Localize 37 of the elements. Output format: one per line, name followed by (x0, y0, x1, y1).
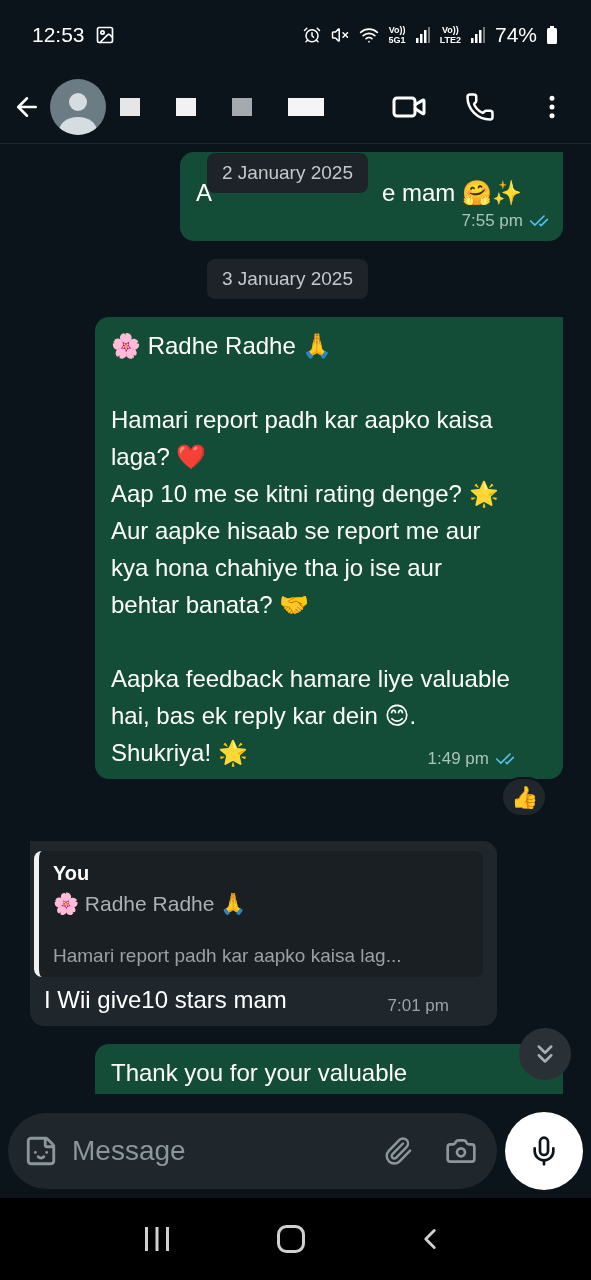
message-input[interactable]: Message (70, 1134, 371, 1168)
quoted-message[interactable]: You 🌸 Radhe Radhe 🙏 Hamari report padh kar aapko kaisa lag... (34, 851, 483, 977)
message-time: 7:55 pm (461, 211, 523, 231)
message-text: Aur aapke hisaab se report me aur kya hona chahiye tha jo ise aur behtar banata? 🤝 (111, 516, 482, 620)
battery-percent: 74% (494, 23, 537, 47)
sticker-icon[interactable] (24, 1134, 58, 1168)
message-text: Thank you for your valuable (111, 1058, 409, 1088)
message-text: Hamari report padh kar aapko kaisa laga? ❤ (111, 405, 494, 472)
message-text: Aapka feedback hamare liye valuable hai, bas ek reply kar dein 😊. (111, 664, 511, 731)
battery-icon (547, 26, 557, 44)
quote-text: 🌸 Radhe Radhe 🙏 (53, 891, 248, 917)
message-text: I Wii give10 stars mam (44, 985, 287, 1015)
clock-time: 12:53 (32, 23, 85, 47)
voice-call-button[interactable] (465, 91, 495, 122)
home-icon[interactable] (277, 1225, 306, 1253)
recent-apps-icon[interactable] (143, 1227, 170, 1251)
alarm-icon (302, 26, 321, 44)
message-text: Shukriya! 🌟 (111, 738, 248, 769)
image-icon (94, 25, 115, 45)
message-time: 1:49 pm (427, 749, 489, 769)
sim-label: Vo)) 5G1 (388, 25, 406, 45)
quote-author: You (53, 861, 91, 886)
signal-icon (415, 27, 430, 43)
attach-icon[interactable] (383, 1136, 413, 1166)
sim-label: Vo)) LTE2 (439, 25, 461, 45)
mute-icon (330, 26, 349, 44)
wifi-icon (358, 25, 379, 45)
message-field[interactable]: Message (8, 1113, 497, 1189)
scroll-down-button[interactable] (519, 1028, 571, 1080)
reaction-badge[interactable]: 👍 (501, 777, 547, 817)
message-text: 🌸 Radhe Radhe 🙏 (111, 331, 334, 361)
message-text: Aap 10 me se kitni rating denge? 🌟 (111, 479, 500, 510)
date-chip: 3 January 2025 (207, 259, 368, 299)
quote-text: Hamari report padh kar aapko kaisa lag... (53, 944, 403, 968)
message-time: 7:01 pm (387, 996, 449, 1016)
signal-icon (470, 27, 485, 43)
message-text: e mam 🤗✨ (382, 178, 523, 208)
